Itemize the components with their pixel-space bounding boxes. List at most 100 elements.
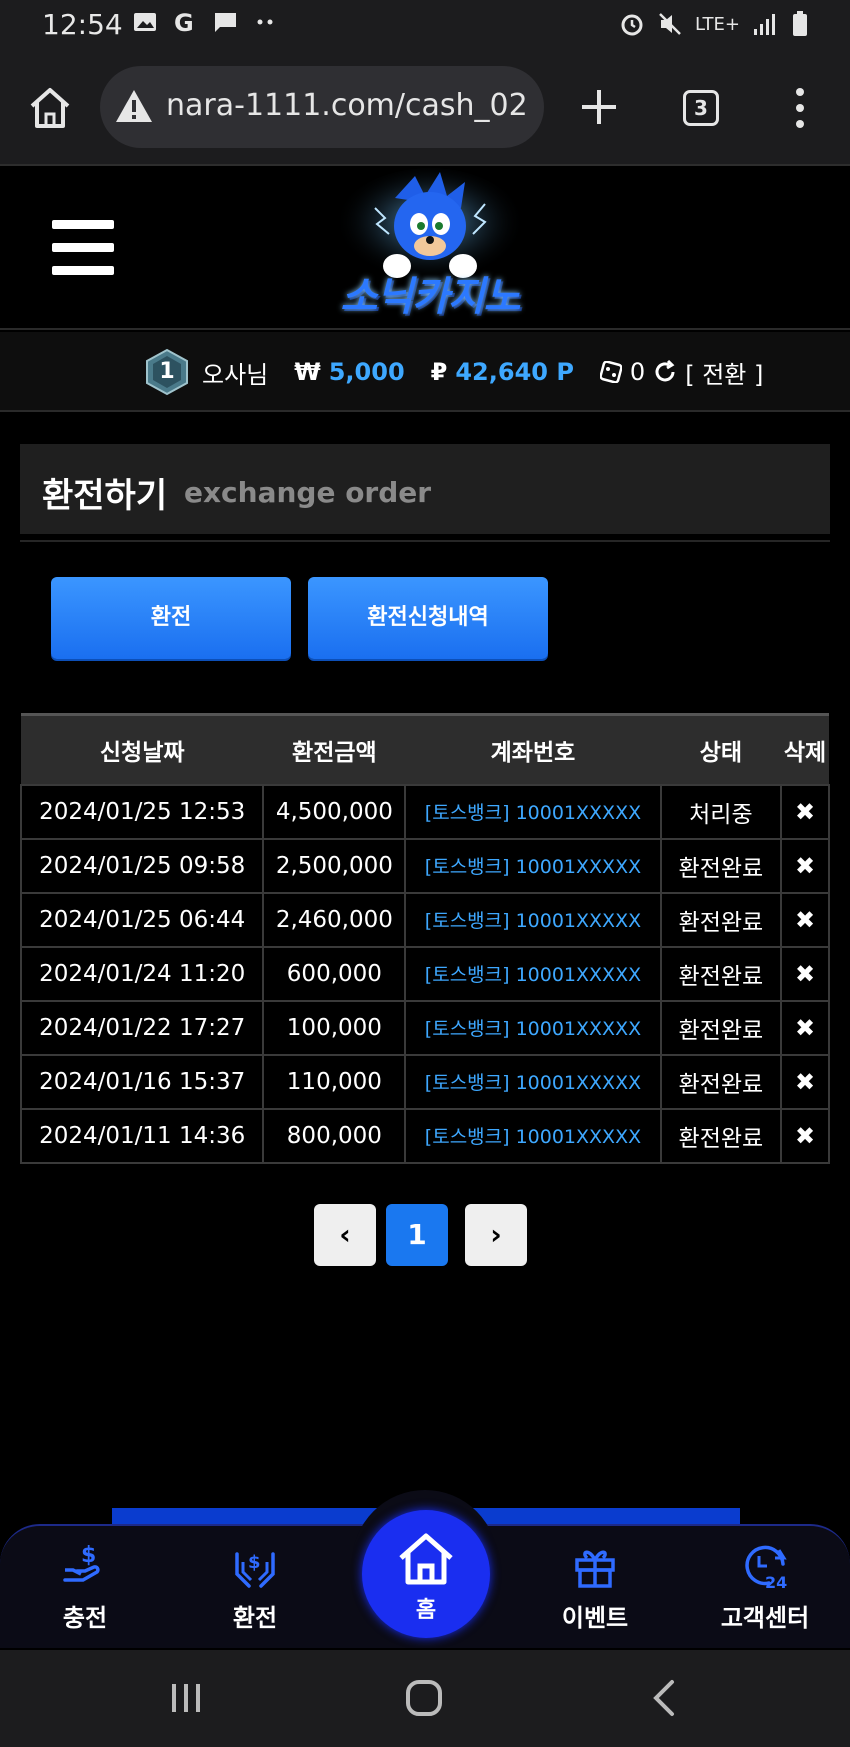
charge-icon: $ (63, 1543, 100, 1582)
status-time: 12:54 (42, 8, 123, 41)
cell-status: 환전완료 (659, 999, 783, 1056)
nav-home[interactable]: 홈 (362, 1510, 490, 1638)
cell-account: [토스뱅크] 10001XXXXX (404, 1053, 662, 1110)
delete-icon[interactable]: ✖ (780, 945, 830, 1002)
nav-exchange[interactable]: $ 환전 (190, 1540, 320, 1633)
nav-support-label: 고객센터 (720, 1604, 810, 1632)
tab-count-button[interactable]: 3 (683, 90, 719, 126)
nav-home-label: 홈 (415, 1598, 437, 1623)
nav-charge[interactable]: $ 충전 (20, 1540, 150, 1633)
cell-account: [토스뱅크] 10001XXXXX (404, 999, 662, 1056)
more-dots-icon (257, 19, 273, 25)
exchange-history-button[interactable]: 환전신청내역 (308, 577, 548, 659)
battery-icon (793, 11, 807, 36)
svg-text:$: $ (81, 1543, 96, 1568)
delete-icon[interactable]: ✖ (780, 999, 830, 1056)
url-bar[interactable]: nara-1111.com/cash_02 (100, 66, 544, 148)
google-icon: G (174, 10, 194, 34)
cell-account: [토스뱅크] 10001XXXXX (404, 891, 662, 948)
table-row: 2024/01/22 17:27 100,000 [토스뱅크] 10001XXX… (19, 999, 830, 1056)
cell-amount: 2,500,000 (262, 837, 407, 894)
system-back-icon[interactable] (650, 1678, 680, 1718)
logo-text: 소닉카지노 (340, 274, 521, 320)
table-row: 2024/01/25 06:44 2,460,000 [토스뱅크] 10001X… (19, 891, 830, 948)
url-text[interactable]: nara-1111.com/cash_02 (166, 88, 528, 123)
cell-date: 2024/01/16 15:37 (19, 1053, 265, 1110)
nav-exchange-label: 환전 (232, 1604, 278, 1632)
cell-account: [토스뱅크] 10001XXXXX (404, 945, 662, 1002)
point-balance: 42,640 P (455, 358, 574, 386)
system-nav-bar (0, 1650, 850, 1747)
site-header: 소닉카지노 (0, 168, 850, 330)
cell-date: 2024/01/24 11:20 (19, 945, 265, 1002)
header-amount: 환전금액 (292, 739, 377, 766)
cell-status: 환전완료 (659, 1107, 783, 1164)
exchange-history-table: 신청날짜 환전금액 계좌번호 상태 삭제 2024/01/25 12:53 4,… (19, 713, 830, 1164)
site-logo[interactable]: 소닉카지노 (315, 168, 545, 330)
point-icon: ₽ (430, 358, 448, 386)
chip-icon (599, 361, 622, 383)
nav-event[interactable]: 이벤트 (530, 1540, 660, 1633)
delete-icon[interactable]: ✖ (780, 891, 830, 948)
convert-button[interactable]: [ 전환 ] (685, 355, 763, 390)
cell-date: 2024/01/25 06:44 (19, 891, 265, 948)
cell-account: [토스뱅크] 10001XXXXX (404, 837, 662, 894)
header-status: 상태 (699, 739, 743, 766)
alarm-icon (621, 14, 643, 36)
cash-balance: 5,000 (328, 358, 405, 386)
cell-status: 환전완료 (659, 1053, 783, 1110)
cell-amount: 100,000 (262, 999, 407, 1056)
cell-amount: 2,460,000 (262, 891, 407, 948)
table-row: 2024/01/16 15:37 110,000 [토스뱅크] 10001XXX… (19, 1053, 830, 1110)
browser-toolbar: nara-1111.com/cash_02 3 (0, 50, 850, 166)
cell-date: 2024/01/25 12:53 (19, 783, 265, 840)
page-title: 환전하기 (42, 476, 168, 516)
system-home-icon[interactable] (404, 1678, 444, 1718)
exchange-button[interactable]: 환전 (51, 577, 291, 659)
svg-text:24: 24 (765, 1573, 787, 1592)
header-delete: 삭제 (783, 739, 827, 766)
cell-status: 환전완료 (659, 945, 783, 1002)
new-tab-icon[interactable] (578, 86, 620, 128)
cell-status: 처리중 (659, 783, 783, 840)
title-divider (20, 540, 830, 542)
recent-apps-icon[interactable] (166, 1680, 206, 1716)
nav-event-label: 이벤트 (561, 1604, 629, 1632)
nav-charge-label: 충전 (62, 1604, 108, 1632)
cell-amount: 800,000 (262, 1107, 407, 1164)
exchange-icon: $ (235, 1552, 275, 1588)
pagination-next-button[interactable]: › (465, 1204, 527, 1266)
browser-home-icon[interactable] (26, 84, 74, 132)
cell-amount: 600,000 (262, 945, 407, 1002)
page-title-box: 환전하기 exchange order (20, 444, 830, 534)
svg-text:$: $ (248, 1552, 261, 1573)
status-bar: 12:54 G LTE+ (0, 0, 850, 50)
cell-amount: 4,500,000 (262, 783, 407, 840)
browser-menu-icon[interactable] (790, 86, 810, 130)
hamburger-menu-icon[interactable] (52, 220, 114, 276)
gift-icon (575, 1550, 615, 1588)
cell-date: 2024/01/25 09:58 (19, 837, 265, 894)
network-label: LTE+ (695, 13, 740, 35)
refresh-icon[interactable] (653, 360, 677, 384)
support-24-icon: 24 (745, 1545, 787, 1592)
level-number: 1 (159, 359, 175, 384)
svg-text:G: G (174, 10, 194, 34)
delete-icon[interactable]: ✖ (780, 837, 830, 894)
warning-icon[interactable] (114, 88, 154, 124)
user-info-bar: 1 오사님 ₩ 5,000 ₽ 42,640 P 0 [ 전환 ] (0, 332, 850, 412)
won-icon: ₩ (294, 358, 321, 386)
username: 오사님 (202, 360, 269, 389)
cell-date: 2024/01/22 17:27 (19, 999, 265, 1056)
page-subtitle: exchange order (184, 476, 432, 509)
pagination-prev-button[interactable]: ‹ (314, 1204, 376, 1266)
cell-status: 환전완료 (659, 891, 783, 948)
delete-icon[interactable]: ✖ (780, 783, 830, 840)
mute-icon (659, 13, 681, 35)
delete-icon[interactable]: ✖ (780, 1053, 830, 1110)
cell-account: [토스뱅크] 10001XXXXX (404, 783, 662, 840)
delete-icon[interactable]: ✖ (780, 1107, 830, 1164)
nav-support[interactable]: 24 고객센터 (700, 1540, 830, 1633)
table-row: 2024/01/25 12:53 4,500,000 [토스뱅크] 10001X… (19, 783, 830, 840)
pagination-current-page[interactable]: 1 (386, 1204, 448, 1266)
